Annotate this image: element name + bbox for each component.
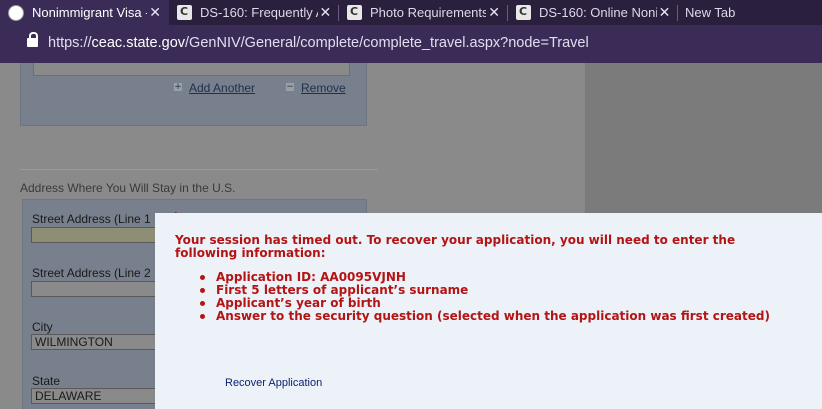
url-path: /GenNIV/General/complete/complete_travel… — [185, 35, 589, 51]
street1-label: Street Address (Line 1 — [32, 212, 151, 226]
us-seal-icon — [8, 4, 24, 21]
section-title: Address Where You Will Stay in the U.S. — [20, 181, 236, 195]
previous-section-box: + Add Another − Remove — [20, 63, 367, 126]
url-text[interactable]: https://ceac.state.gov/GenNIV/General/co… — [48, 35, 589, 51]
lock-icon — [27, 32, 38, 47]
tab-photo-requirements[interactable]: Photo Requirements ✕ — [339, 0, 508, 25]
required-info-list: Application ID: AA0095VJNH First 5 lette… — [198, 271, 770, 323]
c-favicon-icon — [347, 5, 362, 20]
minus-icon: − — [286, 82, 294, 92]
add-another-link[interactable]: Add Another — [189, 81, 255, 95]
address-bar[interactable]: https://ceac.state.gov/GenNIV/General/co… — [0, 25, 822, 63]
city-label: City — [32, 320, 53, 334]
divider — [20, 169, 378, 170]
url-scheme: https:// — [48, 35, 92, 51]
close-icon[interactable]: ✕ — [147, 4, 163, 21]
textarea-field[interactable] — [33, 63, 350, 76]
state-label: State — [32, 374, 61, 388]
c-favicon-icon — [516, 5, 531, 20]
close-icon[interactable]: ✕ — [657, 4, 672, 21]
c-favicon-icon — [177, 5, 192, 20]
tab-title: Nonimmigrant Visa - — [32, 5, 148, 20]
timeout-message: Your session has timed out. To recover y… — [175, 233, 736, 260]
remove-link[interactable]: Remove — [301, 81, 346, 95]
plus-icon: + — [174, 82, 182, 92]
page-content: + Add Another − Remove Address Where You… — [0, 63, 822, 409]
close-icon[interactable]: ✕ — [318, 4, 333, 21]
tab-ds160-online[interactable]: DS-160: Online Nonin ✕ — [508, 0, 678, 25]
street2-label: Street Address (Line 2 — [32, 266, 151, 280]
tab-title: DS-160: Online Nonin — [539, 5, 658, 20]
tab-title: Photo Requirements — [370, 5, 487, 20]
session-timeout-dialog: Your session has timed out. To recover y… — [155, 213, 822, 409]
tab-ds160-faq[interactable]: DS-160: Frequently A ✕ — [169, 0, 339, 25]
url-host: ceac.state.gov — [91, 35, 186, 51]
close-icon[interactable]: ✕ — [486, 4, 502, 21]
tab-title: New Tab — [685, 5, 736, 20]
list-item: Answer to the security question (selecte… — [198, 310, 770, 323]
browser-tab-bar: Nonimmigrant Visa - ✕ DS-160: Frequently… — [0, 0, 822, 25]
tab-nonimmigrant-visa[interactable]: Nonimmigrant Visa - ✕ — [0, 0, 169, 25]
recover-application-link[interactable]: Recover Application — [225, 377, 322, 389]
tab-new-tab[interactable]: New Tab — [678, 0, 822, 25]
tab-title: DS-160: Frequently A — [200, 5, 318, 20]
